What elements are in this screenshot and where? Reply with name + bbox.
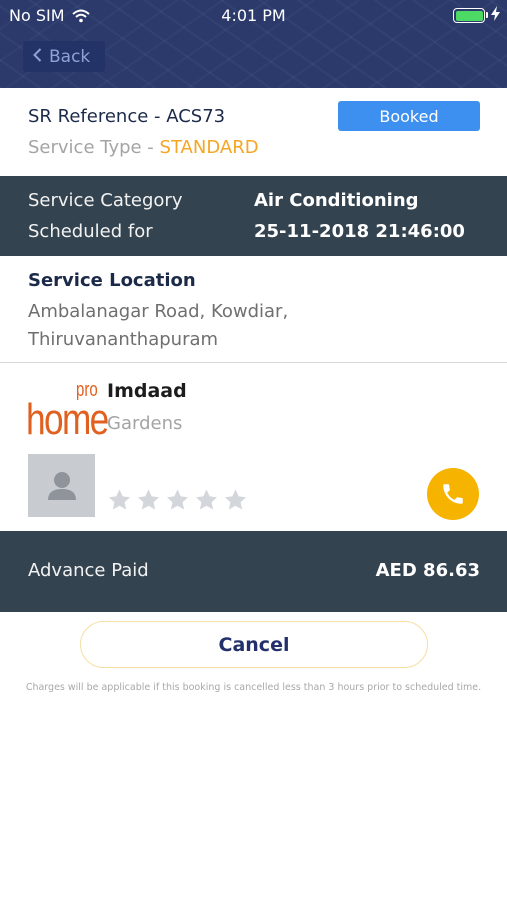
- service-type: Service Type - STANDARD: [28, 137, 259, 158]
- status-badge[interactable]: Booked: [338, 101, 480, 131]
- rating-stars[interactable]: [107, 488, 248, 512]
- battery-cap: [486, 12, 488, 18]
- logo-text: home: [26, 395, 109, 444]
- provider-logo: pro home: [26, 378, 109, 442]
- star-icon[interactable]: [136, 488, 161, 512]
- provider-card: pro home Imdaad Gardens: [0, 364, 507, 531]
- avatar: [28, 454, 95, 517]
- service-type-label: Service Type -: [28, 137, 160, 158]
- booking-summary: SR Reference - ACS73 Service Type - STAN…: [0, 88, 507, 176]
- category-label: Service Category: [28, 190, 183, 211]
- cancel-button[interactable]: Cancel: [80, 621, 428, 668]
- payment-band: Advance Paid AED 86.63: [0, 531, 507, 612]
- call-button[interactable]: [427, 468, 479, 520]
- star-icon[interactable]: [165, 488, 190, 512]
- location-line-2: Thiruvananthapuram: [28, 329, 219, 350]
- back-button[interactable]: Back: [23, 41, 105, 72]
- chevron-left-icon: [33, 47, 42, 67]
- star-icon[interactable]: [194, 488, 219, 512]
- header: No SIM 4:01 PM Back: [0, 0, 507, 88]
- battery-icon: [453, 8, 485, 23]
- status-time: 4:01 PM: [221, 6, 286, 25]
- charging-icon: [491, 6, 500, 25]
- sr-reference: SR Reference - ACS73: [28, 106, 226, 127]
- advance-paid-label: Advance Paid: [28, 560, 149, 581]
- provider-name: Imdaad: [107, 380, 187, 402]
- service-location: Service Location Ambalanagar Road, Kowdi…: [0, 256, 507, 363]
- location-line-1: Ambalanagar Road, Kowdiar,: [28, 301, 289, 322]
- scheduled-value: 25-11-2018 21:46:00: [254, 221, 465, 242]
- cancellation-note: Charges will be applicable if this booki…: [25, 682, 482, 693]
- back-label: Back: [49, 46, 91, 67]
- service-details: Service Category Air Conditioning Schedu…: [0, 176, 507, 256]
- location-title: Service Location: [28, 270, 196, 291]
- category-value: Air Conditioning: [254, 190, 419, 211]
- phone-icon: [443, 484, 463, 504]
- star-icon[interactable]: [107, 488, 132, 512]
- service-type-value: STANDARD: [159, 137, 259, 158]
- advance-paid-value: AED 86.63: [375, 560, 480, 581]
- star-icon[interactable]: [223, 488, 248, 512]
- scheduled-label: Scheduled for: [28, 221, 153, 242]
- provider-subtitle: Gardens: [107, 413, 183, 434]
- status-bar: No SIM 4:01 PM: [0, 0, 507, 30]
- user-icon: [47, 471, 76, 500]
